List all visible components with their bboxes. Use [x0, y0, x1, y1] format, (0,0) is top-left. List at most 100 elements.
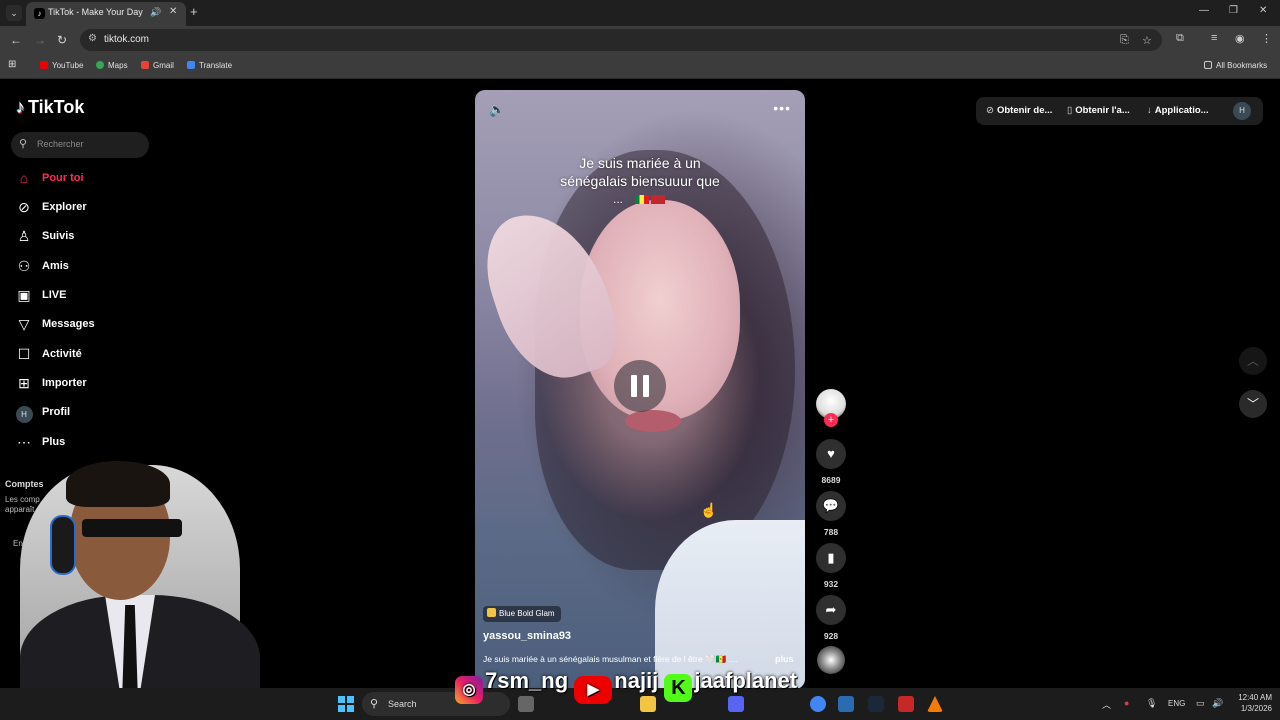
comment-icon: 💬: [822, 498, 840, 513]
following-icon: ♙: [17, 228, 31, 244]
hand-cursor-icon: ☝: [700, 502, 718, 518]
get-app-button[interactable]: ▯ Obtenir l'a...: [1067, 105, 1130, 116]
profile-icon[interactable]: ◉: [1235, 32, 1245, 45]
share-count: 928: [823, 631, 839, 641]
close-window-button[interactable]: ✕: [1259, 5, 1267, 16]
language-indicator[interactable]: ENG: [1168, 699, 1185, 708]
streamer-hair: [66, 461, 170, 507]
desktop-app-button[interactable]: ↓ Applicatio...: [1147, 105, 1209, 116]
nav-item-pour-toi[interactable]: ⌂ Pour toi: [15, 169, 165, 191]
reload-icon[interactable]: ↻: [57, 33, 67, 47]
menu-kebab-icon[interactable]: ⋮: [1261, 32, 1272, 45]
tiktok-favicon-icon: ♪: [34, 8, 45, 19]
folder-icon: [1204, 61, 1212, 69]
nav-item-live[interactable]: ▣ LIVE: [15, 286, 165, 308]
tab-close-icon[interactable]: ✕: [169, 6, 177, 17]
nav-item-profil[interactable]: H Profil: [15, 403, 165, 425]
back-icon[interactable]: ←: [10, 33, 22, 47]
network-icon[interactable]: ▭: [1196, 698, 1205, 709]
forward-icon[interactable]: →: [34, 33, 46, 47]
upload-icon: ⊞: [18, 375, 30, 391]
bookmark-gmail[interactable]: Gmail: [141, 61, 174, 70]
tab-audio-icon[interactable]: 🔊: [150, 7, 161, 18]
app-red-icon[interactable]: [898, 696, 914, 712]
active-tab[interactable]: ♪ TikTok - Make Your Day 🔊 ✕: [26, 2, 186, 26]
flag-emojis: [635, 195, 665, 206]
search-placeholder: Rechercher: [37, 139, 84, 149]
description-more-link[interactable]: plus: [775, 654, 794, 664]
bookmark-translate[interactable]: Translate: [187, 61, 232, 70]
chevron-up-icon: ︿: [1246, 354, 1259, 368]
chrome-icon[interactable]: [810, 696, 826, 712]
video-more-icon[interactable]: •••: [773, 100, 791, 116]
like-button[interactable]: ♥: [816, 439, 846, 469]
live-icon: ▣: [17, 287, 31, 303]
pause-button[interactable]: [614, 360, 666, 412]
apps-grid-icon[interactable]: ⊞: [8, 59, 16, 70]
nav-item-explorer[interactable]: ⊘ Explorer: [15, 198, 165, 220]
vlc-icon[interactable]: [927, 696, 943, 712]
site-info-icon[interactable]: ⚙: [88, 33, 97, 44]
system-clock[interactable]: 12:40 AM 1/3/2026: [1226, 692, 1272, 714]
translate-icon: [187, 61, 195, 69]
nav-item-plus[interactable]: ⋯ Plus: [15, 433, 165, 455]
address-bar[interactable]: ⚙ tiktok.com ⎘ ☆: [80, 29, 1162, 51]
bookmark-maps[interactable]: Maps: [96, 61, 128, 70]
follow-plus-icon[interactable]: +: [824, 413, 838, 427]
save-button[interactable]: ▮: [816, 543, 846, 573]
video-frame-lips: [625, 410, 681, 432]
webcam-overlay: [0, 455, 300, 720]
bookmark-star-icon[interactable]: ☆: [1142, 34, 1152, 47]
bookmark-youtube[interactable]: YouTube: [40, 61, 83, 70]
tray-app-icon[interactable]: ●: [1124, 698, 1129, 708]
nav-item-messages[interactable]: ▽ Messages: [15, 315, 165, 337]
save-count: 932: [823, 579, 839, 589]
effect-badge[interactable]: Blue Bold Glam: [483, 606, 561, 622]
all-bookmarks[interactable]: All Bookmarks: [1204, 61, 1267, 70]
restore-button[interactable]: ❐: [1229, 5, 1238, 16]
maps-icon: [96, 61, 104, 69]
tiktok-logo[interactable]: ♪ TikTok: [16, 97, 84, 118]
media-control-icon[interactable]: ≡: [1211, 32, 1217, 44]
share-button[interactable]: ➦: [816, 595, 846, 625]
minimize-button[interactable]: —: [1199, 5, 1209, 16]
nav-item-importer[interactable]: ⊞ Importer: [15, 374, 165, 396]
windows-start-icon[interactable]: [338, 696, 354, 712]
steam-icon[interactable]: [868, 696, 884, 712]
effect-icon: [487, 608, 496, 617]
friends-icon: ⚇: [17, 258, 31, 274]
home-icon: ⌂: [19, 170, 29, 186]
phone-icon: ▯: [1067, 105, 1073, 116]
streamer-glasses: [82, 519, 182, 537]
previous-video-button[interactable]: ︿: [1239, 347, 1267, 375]
share-icon: ➦: [825, 602, 837, 617]
user-avatar[interactable]: H: [1233, 102, 1251, 120]
install-app-icon[interactable]: ⎘: [1120, 34, 1129, 47]
volume-tray-icon[interactable]: 🔊: [1212, 698, 1223, 709]
nav-item-amis[interactable]: ⚇ Amis: [15, 257, 165, 279]
comment-button[interactable]: 💬: [816, 491, 846, 521]
tiktok-note-icon: ♪: [16, 97, 25, 117]
nav-item-suivis[interactable]: ♙ Suivis: [15, 227, 165, 249]
next-video-button[interactable]: ﹀: [1239, 390, 1267, 418]
morocco-flag-icon: [651, 195, 665, 204]
search-input[interactable]: ⚲ Rechercher: [11, 132, 149, 158]
youtube-handle: najij: [614, 668, 659, 693]
coin-icon: ⊘: [986, 105, 994, 116]
microphone-icon[interactable]: 🎙: [1146, 698, 1157, 709]
get-coins-button[interactable]: ⊘ Obtenir de...: [986, 105, 1052, 116]
volume-icon[interactable]: 🔈: [489, 102, 505, 118]
tab-search-button[interactable]: ⌄: [6, 5, 22, 21]
extensions-icon[interactable]: ⧉: [1176, 32, 1184, 45]
bookmarks-bar: ⊞ YouTube Maps Gmail Translate All Bookm…: [0, 54, 1280, 79]
video-player[interactable]: 🔈 ••• Je suis mariée à un sénégalais bie…: [475, 90, 805, 689]
notepad-icon[interactable]: [838, 696, 854, 712]
music-disc-icon[interactable]: [817, 646, 845, 674]
nav-item-activite[interactable]: ☐ Activité: [15, 345, 165, 367]
youtube-icon: ▶: [574, 676, 613, 704]
messages-icon: ▽: [18, 316, 30, 332]
video-author[interactable]: yassou_smina93: [483, 630, 571, 642]
new-tab-button[interactable]: +: [190, 4, 198, 19]
comment-count: 788: [823, 527, 839, 537]
tray-chevron-icon[interactable]: ︿: [1102, 698, 1111, 711]
